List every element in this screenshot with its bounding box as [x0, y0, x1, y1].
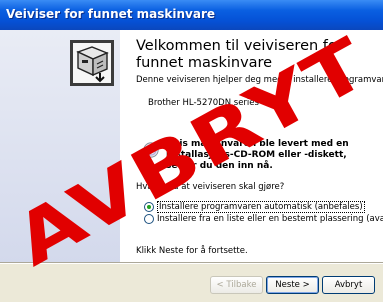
- radio-automatic[interactable]: [144, 202, 154, 212]
- page-title: Velkommen til veiviseren for funnet mask…: [136, 38, 343, 71]
- back-button[interactable]: < Tilbake: [210, 276, 263, 294]
- device-name: Brother HL-5270DN series: [148, 98, 259, 108]
- title-bar[interactable]: Veiviser for funnet maskinvare: [0, 0, 383, 30]
- cd-icon: [143, 142, 159, 158]
- cancel-button[interactable]: Avbryt: [322, 276, 375, 294]
- option-automatic-label[interactable]: Installere programvaren automatisk (anbe…: [157, 201, 365, 213]
- window-title: Veiviser for funnet maskinvare: [6, 7, 216, 21]
- radio-from-list[interactable]: [144, 214, 154, 224]
- question-text: Hva vil du at veiviseren skal gjøre?: [136, 182, 285, 192]
- button-separator: [0, 262, 383, 264]
- wizard-window: Veiviser for funnet maskinvare Velkommen…: [0, 0, 383, 302]
- next-button[interactable]: Neste >: [266, 276, 319, 294]
- option-from-list-label[interactable]: Installere fra en liste eller en bestemt…: [157, 214, 383, 224]
- option-install-from-list[interactable]: Installere fra en liste eller en bestemt…: [144, 214, 383, 224]
- hardware-install-icon: [70, 40, 114, 86]
- cd-hint: Hvis maskinvaren ble levert med en insta…: [166, 139, 349, 171]
- option-install-automatic[interactable]: Installere programvaren automatisk (anbe…: [144, 201, 365, 213]
- intro-text: Denne veiviseren hjelper deg med å insta…: [136, 75, 383, 85]
- footer-hint: Klikk Neste for å fortsette.: [136, 246, 248, 256]
